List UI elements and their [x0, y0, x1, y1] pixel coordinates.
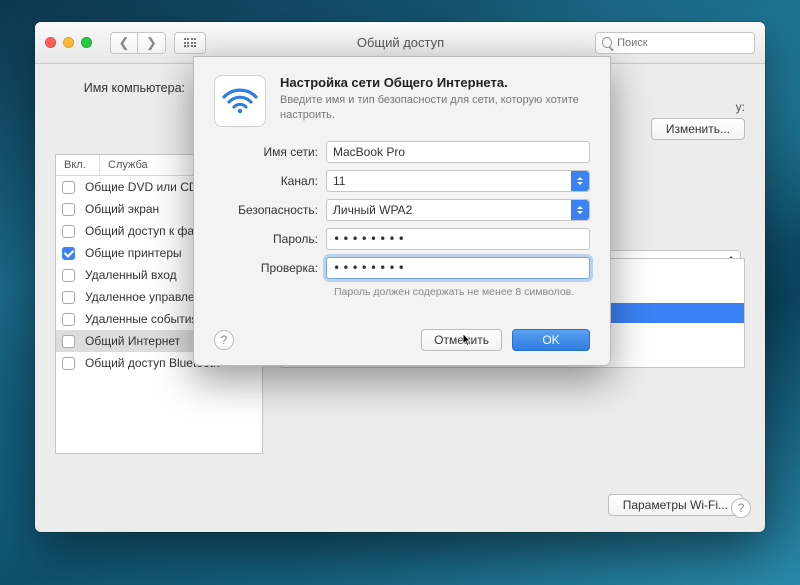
security-select[interactable]: Личный WPA2 [326, 199, 590, 221]
search-icon [602, 37, 612, 48]
service-checkbox[interactable] [62, 181, 75, 194]
search-input[interactable] [617, 37, 748, 49]
col-enable: Вкл. [56, 155, 100, 175]
service-label: Общие принтеры [85, 246, 182, 260]
service-label: Удаленные события [85, 312, 198, 326]
sheet-subtitle: Введите имя и тип безопасности для сети,… [280, 93, 590, 123]
service-label: Удаленный вход [85, 268, 177, 282]
channel-select[interactable]: 11 [326, 170, 590, 192]
forward-button[interactable]: ❯ [138, 32, 166, 54]
service-label: Общий Интернет [85, 334, 180, 348]
label-verify: Проверка: [214, 261, 326, 275]
verify-input[interactable] [326, 257, 590, 279]
cancel-button[interactable]: Отменить [421, 329, 502, 351]
chevron-updown-icon [571, 200, 589, 220]
password-hint: Пароль должен содержать не менее 8 симво… [334, 286, 590, 298]
label-network-name: Имя сети: [214, 145, 326, 159]
wifi-icon [214, 75, 266, 127]
service-checkbox[interactable] [62, 313, 75, 326]
row-password: Пароль: [214, 228, 590, 250]
ok-button[interactable]: OK [512, 329, 590, 351]
password-input[interactable] [326, 228, 590, 250]
service-checkbox[interactable] [62, 269, 75, 282]
sheet-title: Настройка сети Общего Интернета. [280, 75, 590, 90]
sheet-footer: ? Отменить OK [214, 329, 590, 351]
label-password: Пароль: [214, 232, 326, 246]
label-security: Безопасность: [214, 203, 326, 217]
network-name-input[interactable] [326, 141, 590, 163]
zoom-button[interactable] [81, 37, 92, 48]
wifi-options-button[interactable]: Параметры Wi-Fi... [608, 494, 743, 516]
label-channel: Канал: [214, 174, 326, 188]
row-channel: Канал: 11 [214, 170, 590, 192]
wifi-config-sheet: Настройка сети Общего Интернета. Введите… [193, 56, 611, 366]
bottom-row: Параметры Wi-Fi... [608, 494, 743, 516]
back-button[interactable]: ❮ [110, 32, 138, 54]
search-field[interactable] [595, 32, 755, 54]
security-value: Личный WPA2 [333, 203, 412, 217]
row-verify: Проверка: [214, 257, 590, 279]
service-checkbox[interactable] [62, 247, 75, 260]
service-checkbox[interactable] [62, 335, 75, 348]
service-checkbox[interactable] [62, 357, 75, 370]
service-label: Общие DVD или CD [85, 180, 198, 194]
computer-name-label: Имя компьютера: [55, 78, 185, 95]
service-checkbox[interactable] [62, 203, 75, 216]
service-label: Общий экран [85, 202, 159, 216]
change-button[interactable]: Изменить... [651, 118, 745, 140]
grid-icon [184, 38, 197, 47]
chevron-updown-icon [571, 171, 589, 191]
show-all-button[interactable] [174, 32, 206, 54]
close-button[interactable] [45, 37, 56, 48]
nav-back-forward: ❮ ❯ [110, 32, 166, 54]
sheet-help-button[interactable]: ? [214, 330, 234, 350]
row-network-name: Имя сети: [214, 141, 590, 163]
sheet-header: Настройка сети Общего Интернета. Введите… [214, 75, 590, 127]
channel-value: 11 [333, 174, 345, 188]
service-checkbox[interactable] [62, 225, 75, 238]
window-title: Общий доступ [206, 35, 595, 50]
help-button[interactable]: ? [731, 498, 751, 518]
address-suffix: у: [736, 100, 745, 114]
col-service: Служба [100, 155, 156, 175]
row-security: Безопасность: Личный WPA2 [214, 199, 590, 221]
minimize-button[interactable] [63, 37, 74, 48]
service-checkbox[interactable] [62, 291, 75, 304]
window-controls [45, 37, 92, 48]
